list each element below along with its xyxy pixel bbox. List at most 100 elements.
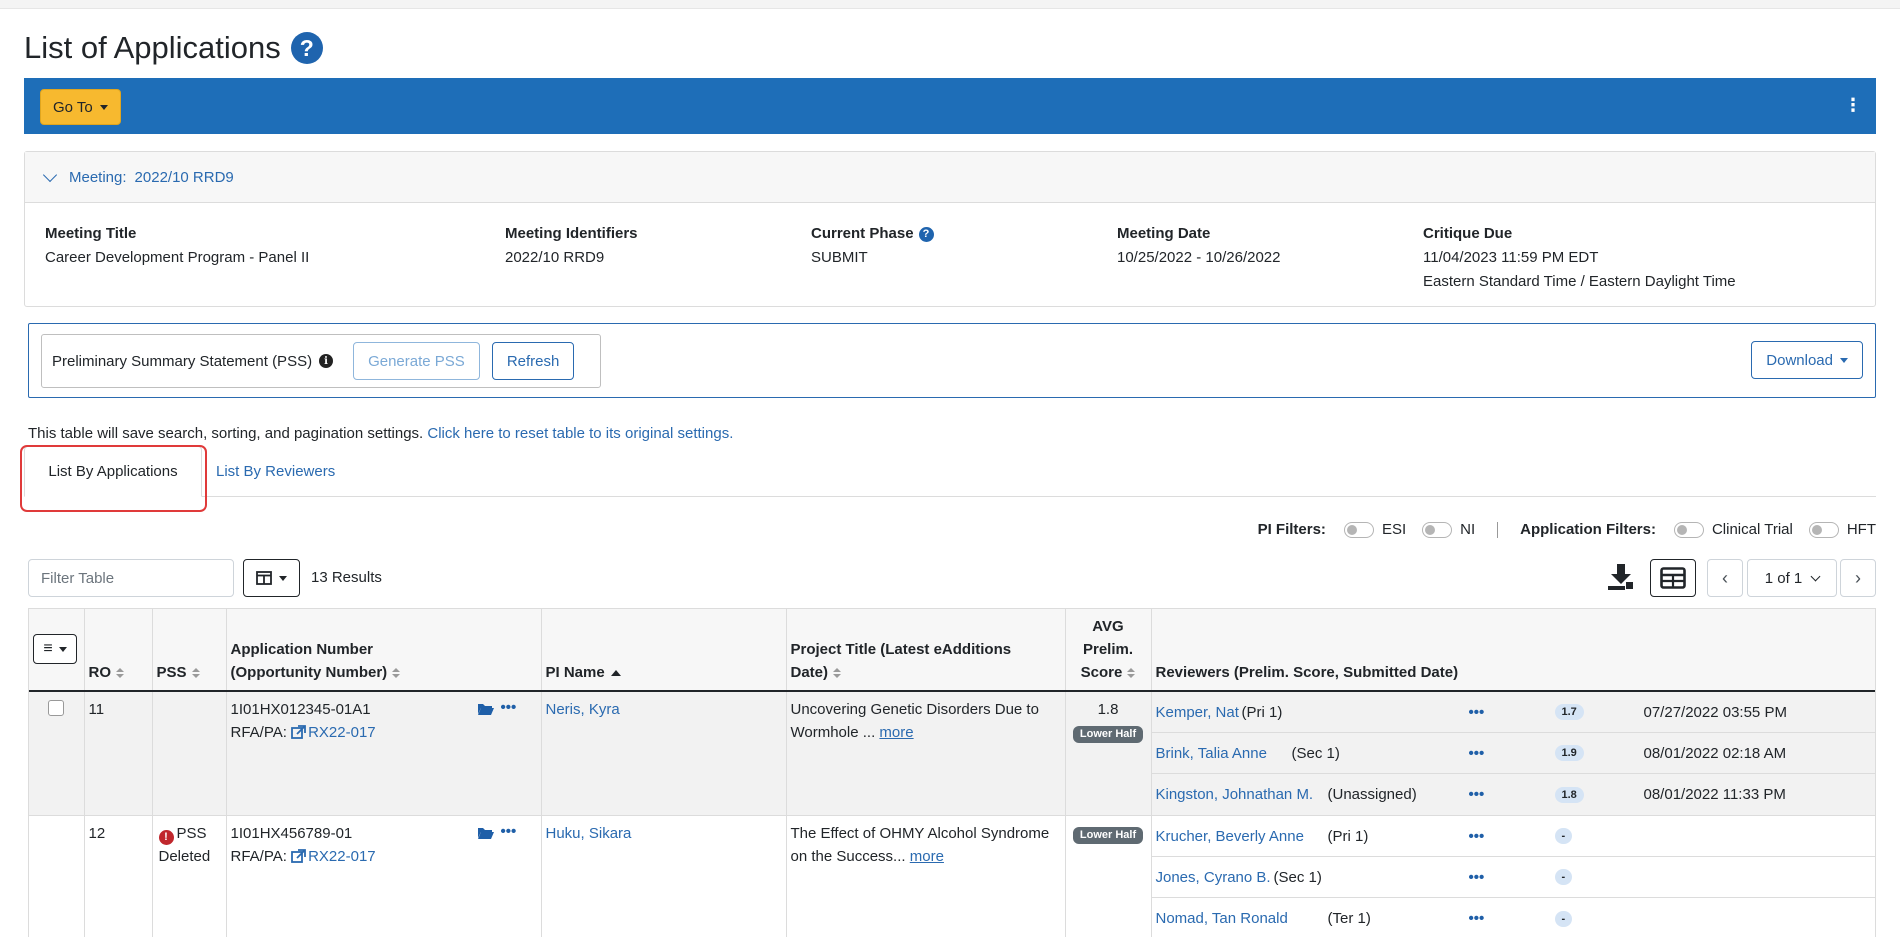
application-cell: 1I01HX456789-01 RFA/PA: RX22-017 ••• xyxy=(226,815,542,937)
tab-list-by-reviewers[interactable]: List By Reviewers xyxy=(216,446,335,497)
meeting-date-label: Meeting Date xyxy=(1117,225,1211,242)
pi-header-label: PI Name xyxy=(545,664,605,681)
reviewer-actions-icon[interactable]: ••• xyxy=(1469,907,1485,930)
filters-bar: PI Filters: ESI NI Application Filters: … xyxy=(1258,521,1876,538)
generate-pss-button[interactable]: Generate PSS xyxy=(353,342,480,380)
meeting-card: Meeting: 2022/10 RRD9 Meeting Title Care… xyxy=(24,151,1876,307)
ro-header[interactable]: RO xyxy=(84,609,153,692)
reviewer-actions-icon[interactable]: ••• xyxy=(1469,742,1485,765)
rfa-link[interactable]: RX22-017 xyxy=(291,848,376,865)
rfa-link[interactable]: RX22-017 xyxy=(291,724,376,741)
filter-table-input[interactable] xyxy=(28,559,234,597)
project-title-cell: Uncovering Genetic Disorders Due to Worm… xyxy=(786,691,1066,816)
reviewer-actions-icon[interactable]: ••• xyxy=(1469,701,1485,724)
export-download-icon[interactable] xyxy=(1606,562,1636,596)
application-cell: 1I01HX012345-01A1 RFA/PA: RX22-017 ••• xyxy=(226,691,542,816)
reviewer-name-link[interactable]: Krucher, Beverly Anne xyxy=(1156,825,1304,848)
reviewers-header: Reviewers (Prelim. Score, Submitted Date… xyxy=(1151,609,1875,692)
page-select[interactable]: 1 of 1 xyxy=(1747,559,1837,597)
hft-toggle[interactable] xyxy=(1808,521,1839,538)
rfa-link-text: RX22-017 xyxy=(308,848,376,865)
meeting-toggle[interactable]: Meeting: 2022/10 RRD9 xyxy=(25,152,1875,203)
pss-header[interactable]: PSS xyxy=(152,609,227,692)
pss-cell xyxy=(152,691,227,816)
application-number-header[interactable]: Application Number (Opportunity Number) xyxy=(226,609,542,692)
reviewers-cell: Krucher, Beverly Anne (Pri 1) ••• - Jones, … xyxy=(1151,815,1875,937)
goto-label: Go To xyxy=(53,98,93,116)
reviewer-name-link[interactable]: Kemper, Nat xyxy=(1156,701,1239,724)
folder-open-icon[interactable] xyxy=(477,824,495,847)
title-header-line2: Date) xyxy=(790,664,829,681)
prelim-score-badge: 1.9 xyxy=(1554,745,1584,761)
rfa-line: RFA/PA: RX22-017 xyxy=(231,845,537,868)
prev-page-button[interactable]: ‹ xyxy=(1707,559,1743,597)
reviewer-row: Kingston, Johnathan M. (Unassigned) ••• 1.8… xyxy=(1152,774,1876,815)
view-tabs: List By Applications List By Reviewers xyxy=(24,446,1876,497)
ni-toggle[interactable] xyxy=(1422,521,1453,538)
meeting-date-field: Meeting Date 10/25/2022 - 10/26/2022 xyxy=(1117,222,1280,270)
pi-filters-label: PI Filters: xyxy=(1257,521,1326,538)
hamburger-icon: ≡ xyxy=(43,640,53,657)
reviewer-name-link[interactable]: Nomad, Tan Ronald xyxy=(1156,907,1288,930)
row-actions-menu-button[interactable]: ≡ xyxy=(33,634,77,664)
download-dropdown-button[interactable]: Download xyxy=(1751,341,1863,379)
row-select-cell xyxy=(29,815,85,937)
sort-icon xyxy=(116,668,124,679)
chevron-down-icon xyxy=(42,167,58,182)
help-icon[interactable]: ? xyxy=(918,226,934,242)
clinical-trial-toggle[interactable] xyxy=(1673,521,1704,538)
reviewer-role: (Ter 1) xyxy=(1327,910,1371,927)
avg-score-header[interactable]: AVG Prelim. Score xyxy=(1065,609,1152,692)
row-checkbox[interactable] xyxy=(48,700,64,716)
reviewer-name-link[interactable]: Brink, Talia Anne xyxy=(1156,742,1267,765)
reviewers-cell: Kemper, Nat (Pri 1) ••• 1.7 07/27/2022 03:55… xyxy=(1151,691,1876,816)
avg-header-line3: Score xyxy=(1080,664,1123,681)
external-link-icon xyxy=(291,725,306,739)
info-icon[interactable]: i xyxy=(319,354,334,368)
current-phase-label: Current Phase xyxy=(811,225,914,242)
pss-controls: Preliminary Summary Statement (PSS) i Ge… xyxy=(41,334,601,388)
application-actions-icon[interactable]: ••• xyxy=(501,696,517,719)
column-chooser-button[interactable] xyxy=(243,559,300,597)
page-title-text: List of Applications xyxy=(24,30,281,65)
table-view-button[interactable] xyxy=(1650,559,1696,597)
reviewer-name-link[interactable]: Kingston, Johnathan M. xyxy=(1156,783,1314,806)
critique-due-field: Critique Due 11/04/2023 11:59 PM EDT Eas… xyxy=(1423,222,1736,294)
meeting-identifiers-field: Meeting Identifiers 2022/10 RRD9 xyxy=(505,222,638,270)
reviewer-actions-icon[interactable]: ••• xyxy=(1469,783,1485,806)
page-label: 1 of 1 xyxy=(1764,569,1803,587)
action-toolbar: Go To ⋮ xyxy=(24,78,1876,134)
active-tab-highlight xyxy=(20,445,207,512)
more-link[interactable]: more xyxy=(879,724,913,741)
pi-name-link[interactable]: Neris, Kyra xyxy=(546,701,620,718)
application-actions-icon[interactable]: ••• xyxy=(501,820,517,843)
goto-dropdown-button[interactable]: Go To xyxy=(40,89,121,125)
project-title-header[interactable]: Project Title (Latest eAdditions Date) xyxy=(786,609,1066,692)
ro-cell: 12 xyxy=(84,815,153,937)
pss-panel: Preliminary Summary Statement (PSS) i Ge… xyxy=(28,323,1876,398)
chevron-down-icon xyxy=(1810,571,1821,581)
more-options-icon[interactable]: ⋮ xyxy=(1844,94,1862,116)
reviewer-actions-icon[interactable]: ••• xyxy=(1469,866,1485,889)
refresh-button[interactable]: Refresh xyxy=(491,342,575,380)
reviewer-role: (Pri 1) xyxy=(1241,703,1283,721)
table-view-icon xyxy=(1660,567,1686,589)
ro-header-label: RO xyxy=(88,664,112,681)
reset-table-link[interactable]: Click here to reset table to its origina… xyxy=(427,425,733,442)
help-icon[interactable]: ? xyxy=(290,32,323,64)
app-header-line1: Application Number xyxy=(230,641,374,658)
folder-open-icon[interactable] xyxy=(477,700,495,723)
pi-name-header[interactable]: PI Name xyxy=(541,609,787,692)
more-link[interactable]: more xyxy=(910,848,944,865)
caret-down-icon xyxy=(279,575,287,581)
submitted-date: 08/01/2022 11:33 PM xyxy=(1643,786,1786,803)
reviewer-name-link[interactable]: Jones, Cyrano B. xyxy=(1156,866,1271,889)
next-page-button[interactable]: › xyxy=(1840,559,1876,597)
esi-toggle[interactable] xyxy=(1343,521,1374,538)
current-phase-label-wrap: Current Phase ? xyxy=(811,222,934,246)
reviewer-role: (Sec 1) xyxy=(1273,868,1322,886)
download-label: Download xyxy=(1766,351,1833,369)
reviewer-actions-icon[interactable]: ••• xyxy=(1469,825,1485,848)
pi-name-link[interactable]: Huku, Sikara xyxy=(546,825,632,842)
ni-label: NI xyxy=(1460,521,1476,538)
